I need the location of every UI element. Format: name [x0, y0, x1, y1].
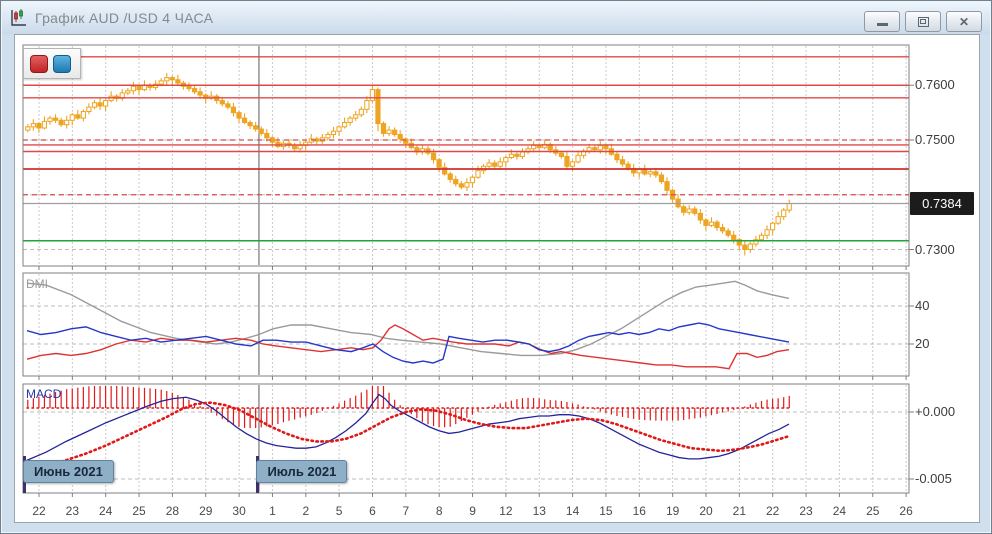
x-axis-label: 19: [659, 504, 687, 518]
window-titlebar: График AUD /USD 4 ЧАСА ✕: [2, 2, 990, 34]
y-axis-label: -0.005: [915, 471, 952, 486]
x-axis-label: 9: [459, 504, 487, 518]
x-axis-label: 22: [25, 504, 53, 518]
month-label-june: Июнь 2021: [23, 460, 114, 483]
x-axis-label: 8: [425, 504, 453, 518]
x-axis-label: 7: [392, 504, 420, 518]
y-axis-label: 40: [915, 298, 929, 313]
x-axis-label: 6: [359, 504, 387, 518]
blue-tool-button[interactable]: [53, 55, 71, 73]
window-title: График AUD /USD 4 ЧАСА: [35, 10, 213, 26]
restore-button[interactable]: [905, 11, 941, 32]
x-axis-label: 23: [792, 504, 820, 518]
window-controls: ✕: [864, 11, 982, 32]
x-axis-label: 5: [325, 504, 353, 518]
x-axis-label: 2: [292, 504, 320, 518]
chart-window: График AUD /USD 4 ЧАСА ✕ DMI MACD Июнь 2…: [0, 0, 992, 534]
candlestick-chart-icon: [9, 8, 29, 28]
close-button[interactable]: ✕: [946, 11, 982, 32]
chart-client-area: [14, 34, 980, 523]
x-axis-label: 26: [892, 504, 920, 518]
x-axis-label: 13: [525, 504, 553, 518]
x-axis-label: 15: [592, 504, 620, 518]
chart-mini-toolbar: [23, 48, 81, 79]
y-axis-label: 0.7300: [915, 242, 955, 257]
x-axis-label: 23: [58, 504, 86, 518]
restore-icon: [918, 17, 929, 27]
x-axis-label: 12: [492, 504, 520, 518]
y-axis-label: 20: [915, 336, 929, 351]
dmi-panel-label: DMI: [26, 277, 48, 291]
x-axis-label: 20: [692, 504, 720, 518]
x-axis-label: 22: [759, 504, 787, 518]
x-axis-label: 24: [92, 504, 120, 518]
x-axis-label: 25: [125, 504, 153, 518]
macd-panel-label: MACD: [26, 387, 61, 401]
x-axis-label: 16: [625, 504, 653, 518]
y-axis-label: 0.7600: [915, 77, 955, 92]
x-axis-label: 30: [225, 504, 253, 518]
month-label-july: Июль 2021: [256, 460, 347, 483]
y-axis-label: 0.7500: [915, 132, 955, 147]
x-axis-label: 25: [859, 504, 887, 518]
minimize-button[interactable]: [864, 11, 900, 32]
x-axis-label: 14: [559, 504, 587, 518]
current-price-label: 0.7384: [910, 192, 974, 215]
y-axis-label: +0.000: [915, 404, 955, 419]
close-icon: ✕: [959, 16, 969, 28]
x-axis-label: 1: [258, 504, 286, 518]
red-tool-button[interactable]: [30, 55, 48, 73]
x-axis-label: 24: [825, 504, 853, 518]
x-axis-label: 29: [192, 504, 220, 518]
x-axis-label: 21: [725, 504, 753, 518]
minimize-icon: [877, 23, 888, 26]
x-axis-label: 28: [158, 504, 186, 518]
